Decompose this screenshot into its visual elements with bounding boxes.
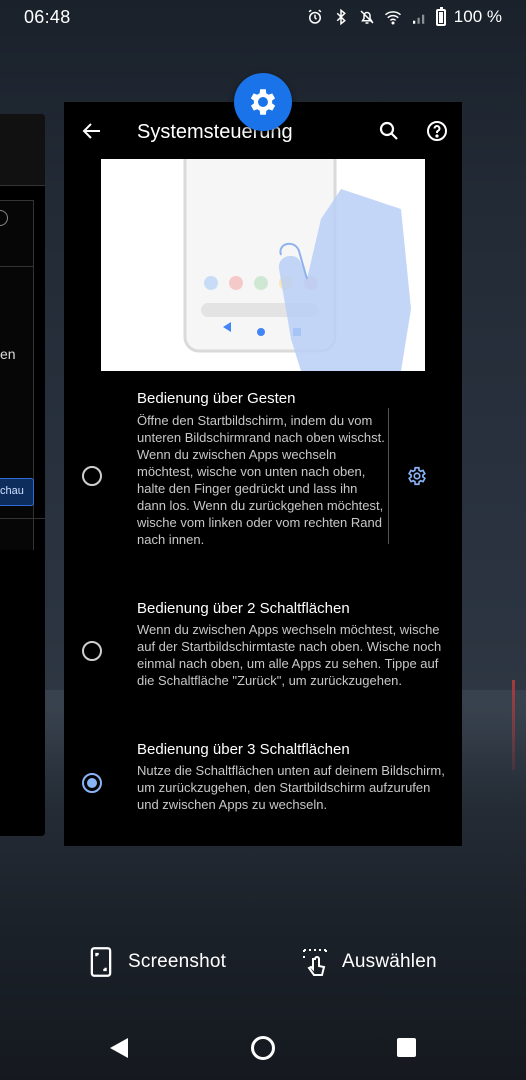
left-card-lower [0, 550, 45, 836]
status-time: 06:48 [24, 6, 71, 27]
recent-app-card-settings[interactable]: Systemsteuerung Bedienung über Gesten Öf… [64, 102, 462, 846]
left-card-toolbar [0, 114, 45, 186]
recent-app-card-left[interactable]: en chau [0, 114, 45, 836]
battery-icon [435, 6, 446, 26]
radio-two-buttons[interactable] [82, 641, 102, 661]
option-gestures-description: Öffne den Startbildschirm, indem du vom … [137, 413, 385, 547]
search-icon[interactable] [377, 119, 401, 143]
select-touch-icon [303, 949, 327, 976]
help-icon[interactable] [425, 119, 449, 143]
select-button[interactable]: Auswählen [302, 940, 437, 984]
option-gestures-title: Bedienung über Gesten [137, 390, 296, 407]
option-three-buttons-description: Nutze die Schaltflächen unten auf deinem… [137, 763, 445, 812]
settings-app-icon[interactable] [234, 73, 292, 131]
option-two-buttons-title: Bedienung über 2 Schaltflächen [137, 600, 350, 617]
gesture-settings-gear-icon[interactable] [406, 465, 428, 487]
left-card-button-label: chau [0, 485, 24, 497]
navigation-bar [0, 1024, 526, 1072]
option-divider [388, 408, 389, 544]
status-bar: 06:48 100 % [0, 0, 526, 34]
screenshot-button[interactable]: Screenshot [88, 940, 226, 984]
signal-icon [412, 14, 425, 24]
back-arrow-icon[interactable] [80, 119, 104, 143]
screenshot-label: Screenshot [128, 951, 227, 972]
wallpaper-light-beacon [512, 680, 515, 770]
left-card-text: en [0, 346, 16, 362]
select-label: Auswählen [342, 951, 437, 972]
option-three-buttons-title: Bedienung über 3 Schaltflächen [137, 741, 350, 758]
left-card-divider-2 [0, 518, 45, 519]
settings-gear-icon [250, 89, 276, 115]
nav-recents-icon[interactable] [397, 1038, 416, 1057]
radio-gestures[interactable] [82, 466, 102, 486]
alarm-icon [308, 9, 322, 24]
notifications-off-icon [360, 10, 374, 24]
screenshot-icon [90, 947, 112, 977]
nav-home-icon[interactable] [251, 1036, 275, 1060]
phone-hand-illustration [101, 159, 425, 371]
left-card-divider [0, 266, 34, 267]
status-icons: 100 % [306, 6, 502, 27]
left-card-panel [0, 200, 34, 580]
left-card-button[interactable]: chau [0, 478, 34, 506]
battery-percent: 100 % [453, 7, 502, 26]
wifi-icon [384, 11, 401, 25]
gesture-illustration [101, 159, 425, 371]
overview-actions: Screenshot Auswählen [0, 940, 526, 984]
option-two-buttons-description: Wenn du zwischen Apps wechseln möchtest,… [137, 622, 442, 688]
radio-three-buttons[interactable] [82, 773, 102, 793]
bluetooth-icon [336, 8, 346, 26]
nav-back-icon[interactable] [108, 1036, 130, 1060]
